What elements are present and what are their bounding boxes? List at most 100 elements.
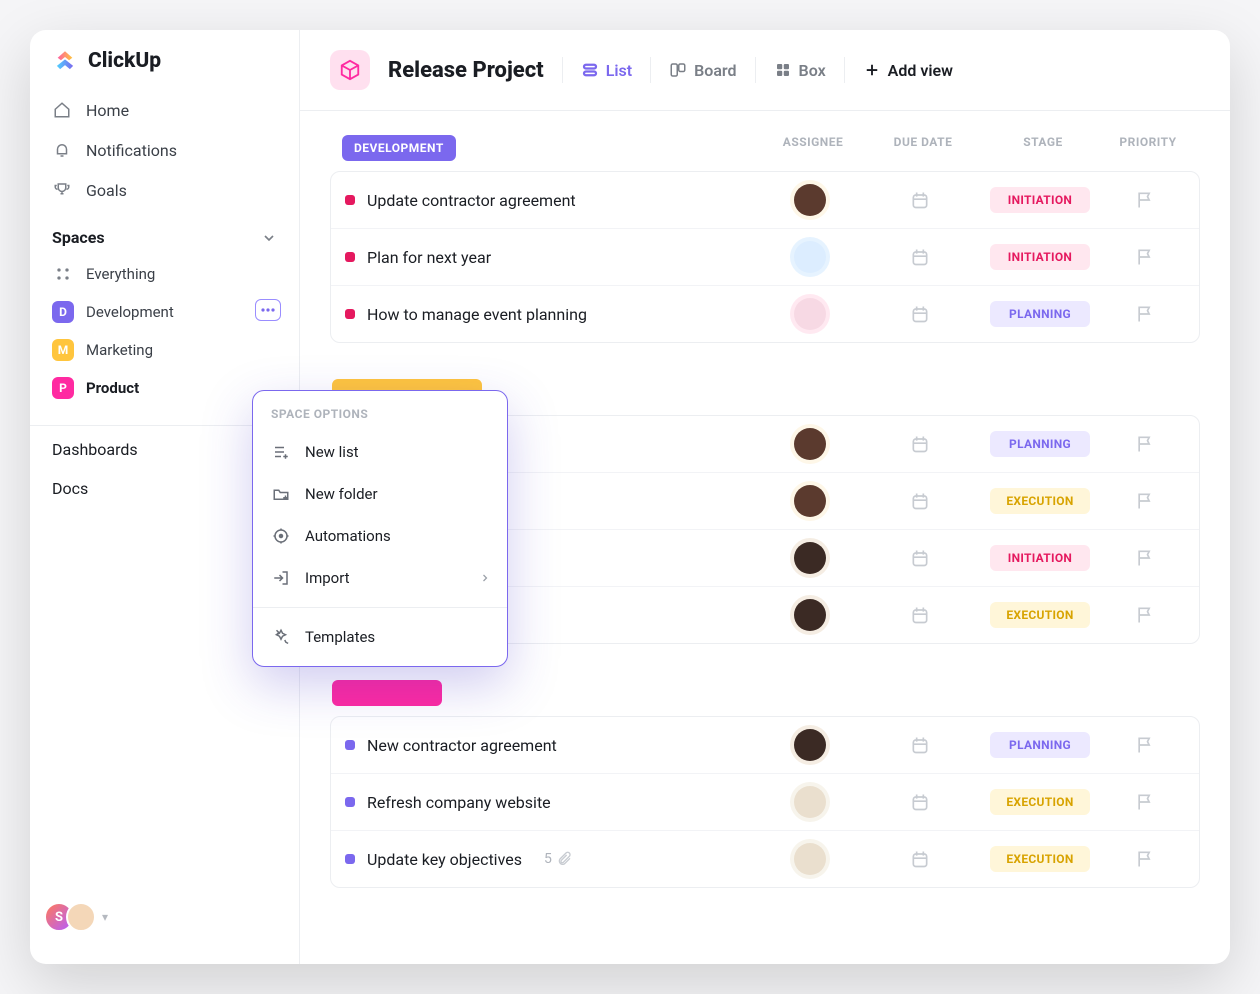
view-tab-board-label: Board <box>694 61 736 80</box>
priority-button[interactable] <box>1105 304 1185 324</box>
due-date-button[interactable] <box>865 605 975 625</box>
stage-badge[interactable]: PLANNING <box>990 431 1090 457</box>
due-date-button[interactable] <box>865 548 975 568</box>
space-everything[interactable]: Everything <box>30 255 299 293</box>
space-options-trigger[interactable] <box>255 299 281 321</box>
task-status-dot <box>345 854 355 864</box>
add-view-button[interactable]: Add view <box>863 61 953 80</box>
stage-badge[interactable]: PLANNING <box>990 301 1090 327</box>
view-tab-list[interactable]: List <box>581 61 632 80</box>
view-tab-box[interactable]: Box <box>774 61 826 80</box>
assignee-avatar[interactable] <box>794 241 826 273</box>
user-switcher[interactable]: S ▾ <box>30 890 299 944</box>
chevron-right-icon <box>479 572 491 584</box>
assignee-avatar[interactable] <box>794 298 826 330</box>
task-list: Update contractor agreementINITIATIONPla… <box>330 171 1200 343</box>
due-date-button[interactable] <box>865 304 975 324</box>
stage-badge[interactable]: INITIATION <box>990 545 1090 571</box>
assignee-avatar[interactable] <box>794 184 826 216</box>
task-row[interactable]: Refresh company websiteEXECUTION <box>331 774 1199 831</box>
due-date-button[interactable] <box>865 247 975 267</box>
space-development[interactable]: D Development <box>30 293 299 331</box>
col-assignee: ASSIGNEE <box>758 135 868 165</box>
due-date-button[interactable] <box>865 190 975 210</box>
assignee-avatar[interactable] <box>794 428 826 460</box>
group-pill[interactable] <box>332 680 442 706</box>
nav-home[interactable]: Home <box>30 90 299 130</box>
clickup-logo-icon <box>52 48 78 74</box>
popover-new-list-label: New list <box>305 443 359 461</box>
task-meta-attachments: 5 <box>544 851 572 867</box>
due-date-button[interactable] <box>865 434 975 454</box>
bell-icon <box>52 140 72 160</box>
due-date-button[interactable] <box>865 849 975 869</box>
view-tab-list-label: List <box>606 61 632 80</box>
priority-button[interactable] <box>1105 849 1185 869</box>
popover-new-list[interactable]: New list <box>253 431 507 473</box>
stage-badge[interactable]: INITIATION <box>990 244 1090 270</box>
spaces-header[interactable]: Spaces <box>30 210 299 255</box>
task-row[interactable]: New contractor agreementPLANNING <box>331 717 1199 774</box>
space-marketing[interactable]: M Marketing <box>30 331 299 369</box>
new-list-icon <box>271 442 291 462</box>
popover-import[interactable]: Import <box>253 557 507 599</box>
due-date-button[interactable] <box>865 735 975 755</box>
assignee-avatar[interactable] <box>794 786 826 818</box>
group-pill[interactable]: DEVELOPMENT <box>342 135 456 161</box>
task-title: How to manage event planning <box>367 305 587 324</box>
separator <box>844 57 845 83</box>
assignee-avatar[interactable] <box>794 542 826 574</box>
priority-button[interactable] <box>1105 605 1185 625</box>
import-icon <box>271 568 291 588</box>
col-stage: STAGE <box>978 135 1108 165</box>
automations-icon <box>271 526 291 546</box>
logo[interactable]: ClickUp <box>30 48 299 90</box>
due-date-button[interactable] <box>865 792 975 812</box>
stage-badge[interactable]: INITIATION <box>990 187 1090 213</box>
popover-separator <box>253 607 507 608</box>
assignee-avatar[interactable] <box>794 729 826 761</box>
task-title: Plan for next year <box>367 248 491 267</box>
popover-templates-label: Templates <box>305 628 375 646</box>
stage-badge[interactable]: PLANNING <box>990 732 1090 758</box>
user-avatar-photo <box>66 902 96 932</box>
trophy-icon <box>52 180 72 200</box>
popover-templates[interactable]: Templates <box>253 616 507 658</box>
home-icon <box>52 100 72 120</box>
priority-button[interactable] <box>1105 247 1185 267</box>
task-status-dot <box>345 252 355 262</box>
separator <box>755 57 756 83</box>
assignee-avatar[interactable] <box>794 843 826 875</box>
task-row[interactable]: Update key objectives5 EXECUTION <box>331 831 1199 887</box>
task-row[interactable]: Update contractor agreementINITIATION <box>331 172 1199 229</box>
priority-button[interactable] <box>1105 434 1185 454</box>
space-badge-d: D <box>52 301 74 323</box>
chevron-down-icon <box>261 230 277 246</box>
space-everything-label: Everything <box>86 265 155 283</box>
task-row[interactable]: Plan for next year INITIATION <box>331 229 1199 286</box>
task-group: New contractor agreementPLANNINGRefresh … <box>330 680 1200 888</box>
popover-new-folder[interactable]: New folder <box>253 473 507 515</box>
priority-button[interactable] <box>1105 548 1185 568</box>
due-date-button[interactable] <box>865 491 975 511</box>
priority-button[interactable] <box>1105 491 1185 511</box>
priority-button[interactable] <box>1105 792 1185 812</box>
popover-automations[interactable]: Automations <box>253 515 507 557</box>
space-product-label: Product <box>86 379 139 397</box>
stage-badge[interactable]: EXECUTION <box>990 789 1090 815</box>
separator <box>650 57 651 83</box>
assignee-avatar[interactable] <box>794 599 826 631</box>
nav-goals[interactable]: Goals <box>30 170 299 210</box>
priority-button[interactable] <box>1105 735 1185 755</box>
stage-badge[interactable]: EXECUTION <box>990 602 1090 628</box>
space-badge-p: P <box>52 377 74 399</box>
stage-badge[interactable]: EXECUTION <box>990 488 1090 514</box>
priority-button[interactable] <box>1105 190 1185 210</box>
view-tab-board[interactable]: Board <box>669 61 736 80</box>
nav-notifications[interactable]: Notifications <box>30 130 299 170</box>
task-row[interactable]: How to manage event planning PLANNING <box>331 286 1199 342</box>
stage-badge[interactable]: EXECUTION <box>990 846 1090 872</box>
col-priority: PRIORITY <box>1108 135 1188 165</box>
assignee-avatar[interactable] <box>794 485 826 517</box>
plus-icon <box>863 61 881 79</box>
